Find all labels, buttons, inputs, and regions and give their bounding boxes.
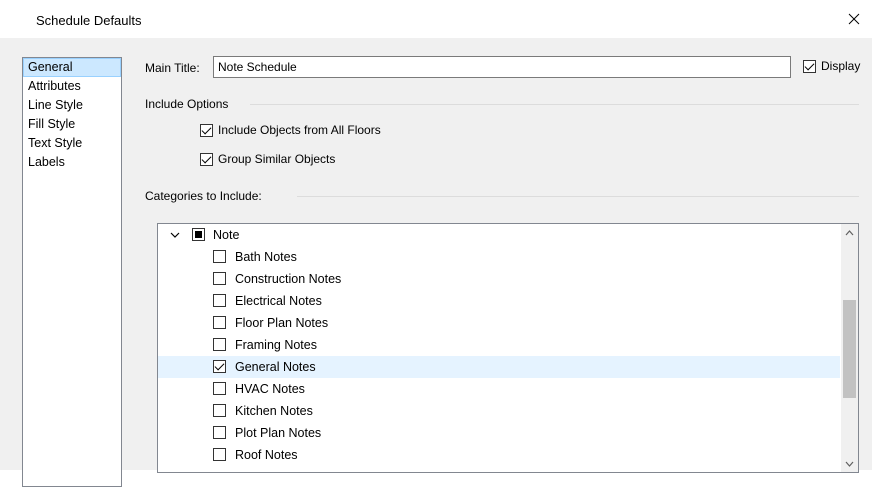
include-all-floors-checkbox[interactable]: [200, 123, 213, 137]
electrical-notes-checkbox[interactable]: [213, 294, 226, 307]
tree-scrollbar[interactable]: [841, 224, 858, 472]
nav-item-general[interactable]: General: [23, 58, 121, 77]
tree-row-plot-plan-notes[interactable]: Plot Plan Notes: [158, 422, 840, 444]
include-options-heading: Include Options: [145, 97, 229, 111]
tree-row-kitchen-notes[interactable]: Kitchen Notes: [158, 400, 840, 422]
include-all-floors-label: Include Objects from All Floors: [218, 123, 381, 137]
tree-item-label: Plot Plan Notes: [235, 426, 322, 440]
note-category-checkbox[interactable]: [192, 228, 205, 241]
construction-notes-checkbox[interactable]: [213, 272, 226, 285]
include-all-floors-row[interactable]: Include Objects from All Floors: [200, 123, 381, 137]
include-options-divider: [250, 104, 859, 105]
chevron-up-icon: [845, 229, 854, 235]
close-icon: [848, 13, 860, 25]
kitchen-notes-checkbox[interactable]: [213, 404, 226, 417]
tree-item-label: Electrical Notes: [235, 294, 322, 308]
group-similar-row[interactable]: Group Similar Objects: [200, 152, 335, 166]
nav-item-labels[interactable]: Labels: [23, 153, 121, 172]
close-button[interactable]: [836, 4, 872, 34]
tree-item-label: Construction Notes: [235, 272, 342, 286]
hvac-notes-checkbox[interactable]: [213, 382, 226, 395]
general-notes-checkbox[interactable]: [213, 360, 226, 373]
title-bar: Schedule Defaults: [0, 0, 872, 38]
tree-row-electrical-notes[interactable]: Electrical Notes: [158, 290, 840, 312]
main-title-input[interactable]: [213, 56, 791, 78]
chevron-down-icon: [845, 461, 854, 467]
nav-item-fill-style[interactable]: Fill Style: [23, 115, 121, 134]
scroll-down-button[interactable]: [841, 455, 858, 472]
tree-item-label: Bath Notes: [235, 250, 297, 264]
categories-divider: [297, 196, 859, 197]
scroll-up-button[interactable]: [841, 224, 858, 241]
tree-item-label: General Notes: [235, 360, 316, 374]
tree-row-floor-plan-notes[interactable]: Floor Plan Notes: [158, 312, 840, 334]
tree-row-bath-notes[interactable]: Bath Notes: [158, 246, 840, 268]
tree-item-label: HVAC Notes: [235, 382, 305, 396]
scroll-thumb[interactable]: [843, 300, 856, 398]
categories-heading: Categories to Include:: [145, 189, 262, 203]
display-checkbox[interactable]: [803, 59, 816, 73]
tree-row-hvac-notes[interactable]: HVAC Notes: [158, 378, 840, 400]
tree-row-construction-notes[interactable]: Construction Notes: [158, 268, 840, 290]
tree-row-note[interactable]: Note: [158, 224, 840, 246]
tree-row-roof-notes[interactable]: Roof Notes: [158, 444, 840, 466]
roof-notes-checkbox[interactable]: [213, 448, 226, 461]
note-category-label: Note: [213, 228, 240, 242]
tree-row-framing-notes[interactable]: Framing Notes: [158, 334, 840, 356]
dialog-body: General Attributes Line Style Fill Style…: [0, 38, 872, 487]
tree-item-label: Roof Notes: [235, 448, 298, 462]
category-nav-list: General Attributes Line Style Fill Style…: [22, 57, 122, 487]
display-checkbox-row[interactable]: Display: [803, 59, 860, 73]
categories-tree[interactable]: Note Bath Notes Construction Notes Elect…: [157, 223, 859, 473]
group-similar-label: Group Similar Objects: [218, 152, 336, 166]
nav-item-attributes[interactable]: Attributes: [23, 77, 121, 96]
dialog-title: Schedule Defaults: [36, 13, 142, 28]
tree-item-label: Kitchen Notes: [235, 404, 313, 418]
bath-notes-checkbox[interactable]: [213, 250, 226, 263]
main-title-label: Main Title:: [145, 61, 200, 75]
framing-notes-checkbox[interactable]: [213, 338, 226, 351]
group-similar-checkbox[interactable]: [200, 152, 213, 166]
chevron-down-icon[interactable]: [170, 230, 180, 240]
tree-row-general-notes[interactable]: General Notes: [158, 356, 840, 378]
plot-plan-notes-checkbox[interactable]: [213, 426, 226, 439]
tree-item-label: Framing Notes: [235, 338, 317, 352]
nav-item-text-style[interactable]: Text Style: [23, 134, 121, 153]
nav-item-line-style[interactable]: Line Style: [23, 96, 121, 115]
floor-plan-notes-checkbox[interactable]: [213, 316, 226, 329]
display-label: Display: [821, 59, 861, 73]
tree-item-label: Floor Plan Notes: [235, 316, 329, 330]
